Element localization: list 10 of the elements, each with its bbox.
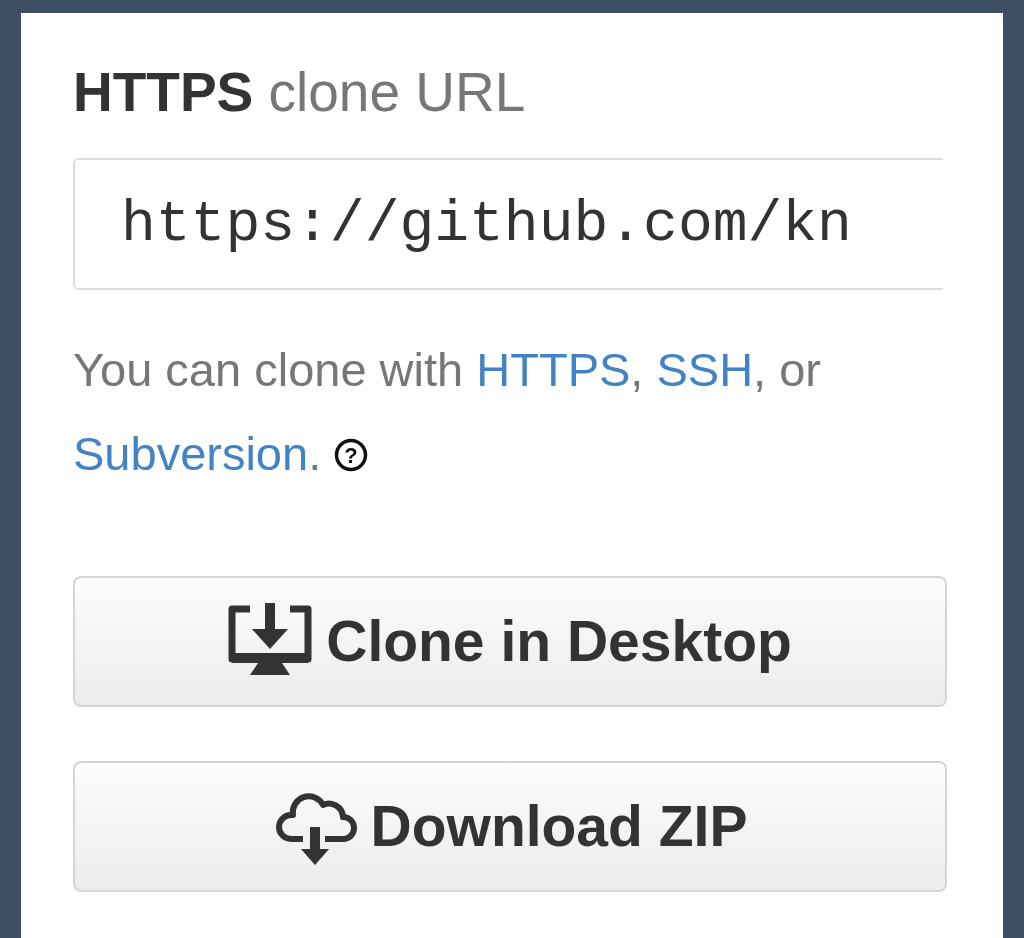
clone-help-text: You can clone with HTTPS, SSH, or Subversion. ? <box>73 328 953 496</box>
download-zip-button[interactable]: Download ZIP <box>73 761 947 892</box>
clone-url-field[interactable]: https://github.com/kn <box>73 158 943 290</box>
clone-option-link[interactable]: HTTPS <box>476 343 631 396</box>
clone-url-label: clone URL <box>267 61 526 123</box>
clone-desktop-button[interactable]: Clone in Desktop <box>73 576 947 707</box>
help-icon[interactable]: ? <box>334 438 369 472</box>
clone-option-link[interactable]: Subversion <box>73 427 309 480</box>
clone-option-link[interactable]: SSH <box>656 343 754 396</box>
protocol-label: HTTPS <box>73 61 254 123</box>
